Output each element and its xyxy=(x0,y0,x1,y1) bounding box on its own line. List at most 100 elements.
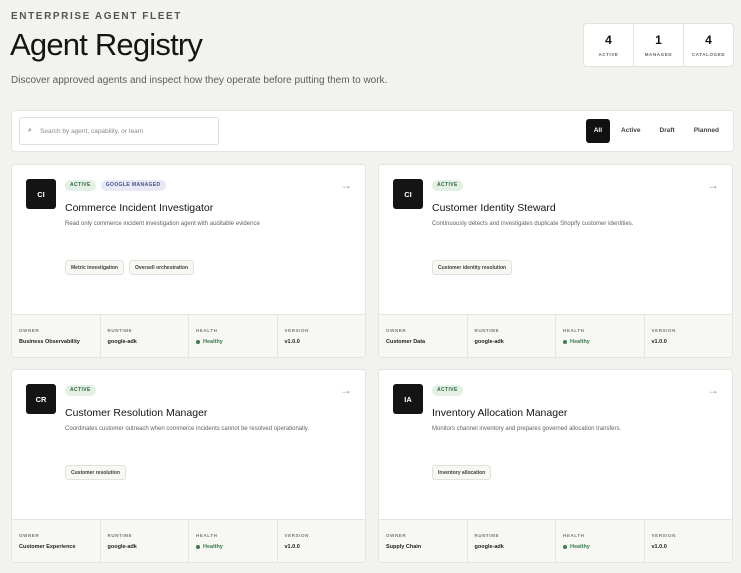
health-value: Healthy xyxy=(196,544,270,550)
health-dot-icon xyxy=(563,340,567,344)
filter-active[interactable]: Active xyxy=(613,119,649,143)
meta-label: VERSION xyxy=(284,328,309,333)
status-badge: ACTIVE xyxy=(432,180,463,191)
meta-health: HEALTH Healthy xyxy=(556,315,645,357)
health-value: Healthy xyxy=(563,339,637,345)
runtime-value: google-adk xyxy=(474,339,504,345)
meta-owner: OWNER Business Observability xyxy=(12,315,101,357)
status-badge: ACTIVE xyxy=(65,180,96,191)
runtime-value: google-adk xyxy=(107,339,137,345)
agent-card[interactable]: IA ACTIVE → Inventory Allocation Manager… xyxy=(378,369,733,563)
managed-badge: GOOGLE MANAGED xyxy=(100,180,166,191)
meta-label: VERSION xyxy=(284,533,309,538)
version-value: v1.0.0 xyxy=(284,339,300,345)
health-dot-icon xyxy=(196,340,200,344)
meta-version: VERSION v1.0.0 xyxy=(645,520,733,562)
owner-value: Customer Experience xyxy=(19,544,76,550)
owner-value: Business Observability xyxy=(19,339,80,345)
arrow-right-icon[interactable]: → xyxy=(340,383,352,397)
stat-value: 1 xyxy=(655,33,662,47)
agent-description: Read only commerce incident investigatio… xyxy=(65,221,260,227)
meta-label: HEALTH xyxy=(196,328,218,333)
stat-value: 4 xyxy=(705,33,712,47)
meta-label: OWNER xyxy=(19,533,40,538)
search-icon: ⌕ xyxy=(28,127,32,134)
agent-avatar: IA xyxy=(393,384,423,414)
arrow-right-icon[interactable]: → xyxy=(707,178,719,192)
agent-card[interactable]: CI ACTIVE GOOGLE MANAGED → Commerce Inci… xyxy=(11,164,366,358)
page-subtitle: Discover approved agents and inspect how… xyxy=(11,75,388,86)
meta-runtime: RUNTIME google-adk xyxy=(101,315,189,357)
agent-name: Customer Identity Steward xyxy=(432,202,556,214)
meta-label: RUNTIME xyxy=(474,533,500,538)
agent-meta: OWNER Customer Experience RUNTIME google… xyxy=(12,519,365,562)
filter-all[interactable]: All xyxy=(585,119,611,143)
owner-value: Customer Data xyxy=(386,339,426,345)
health-text: Healthy xyxy=(570,339,590,345)
meta-version: VERSION v1.0.0 xyxy=(278,520,366,562)
meta-health: HEALTH Healthy xyxy=(189,520,278,562)
stat-active: 4 ACTIVE xyxy=(584,24,634,66)
agent-description: Coordinates customer outreach when comme… xyxy=(65,426,310,432)
agent-meta: OWNER Customer Data RUNTIME google-adk H… xyxy=(379,314,732,357)
meta-owner: OWNER Customer Experience xyxy=(12,520,101,562)
stat-label: MANAGED xyxy=(644,52,673,57)
stat-label: CATALOGED xyxy=(691,52,726,57)
agent-card[interactable]: CR ACTIVE → Customer Resolution Manager … xyxy=(11,369,366,563)
meta-runtime: RUNTIME google-adk xyxy=(468,520,556,562)
health-text: Healthy xyxy=(203,544,223,550)
stat-value: 4 xyxy=(605,33,612,47)
filter-draft[interactable]: Draft xyxy=(652,119,683,143)
meta-label: VERSION xyxy=(651,328,676,333)
capability-tags: Customer resolution xyxy=(65,465,126,480)
agent-description: Continuously detects and investigates du… xyxy=(432,221,634,227)
agent-card[interactable]: CI ACTIVE → Customer Identity Steward Co… xyxy=(378,164,733,358)
version-value: v1.0.0 xyxy=(284,544,300,550)
status-badge: ACTIVE xyxy=(432,385,463,396)
meta-version: VERSION v1.0.0 xyxy=(278,315,366,357)
meta-label: OWNER xyxy=(19,328,40,333)
meta-label: HEALTH xyxy=(563,328,585,333)
meta-owner: OWNER Customer Data xyxy=(379,315,468,357)
search-box[interactable]: ⌕ xyxy=(19,117,219,145)
badge-group: ACTIVE xyxy=(432,180,463,191)
health-text: Healthy xyxy=(570,544,590,550)
agent-avatar: CI xyxy=(393,179,423,209)
capability-tags: Inventory allocation xyxy=(432,465,492,480)
meta-version: VERSION v1.0.0 xyxy=(645,315,733,357)
meta-runtime: RUNTIME google-adk xyxy=(101,520,189,562)
capability-tag: Inventory allocation xyxy=(432,465,492,480)
agent-meta: OWNER Business Observability RUNTIME goo… xyxy=(12,314,365,357)
stat-cataloged: 4 CATALOGED xyxy=(684,24,733,66)
agent-meta: OWNER Supply Chain RUNTIME google-adk HE… xyxy=(379,519,732,562)
meta-label: RUNTIME xyxy=(107,533,133,538)
stat-label: ACTIVE xyxy=(598,52,619,57)
runtime-value: google-adk xyxy=(107,544,137,550)
filter-planned[interactable]: Planned xyxy=(686,119,727,143)
meta-label: OWNER xyxy=(386,533,407,538)
agent-avatar: CI xyxy=(26,179,56,209)
agent-avatar: CR xyxy=(26,384,56,414)
owner-value: Supply Chain xyxy=(386,544,422,550)
filter-toolbar: ⌕ All Active Draft Planned xyxy=(11,110,734,152)
health-dot-icon xyxy=(563,545,567,549)
meta-label: VERSION xyxy=(651,533,676,538)
capability-tag: Metric investigation xyxy=(65,260,124,275)
capability-tag: Customer resolution xyxy=(65,465,126,480)
badge-group: ACTIVE xyxy=(65,385,96,396)
meta-health: HEALTH Healthy xyxy=(189,315,278,357)
meta-label: RUNTIME xyxy=(107,328,133,333)
page-title: Agent Registry xyxy=(10,27,203,62)
search-input[interactable] xyxy=(40,127,210,135)
agent-description: Monitors channel inventory and prepares … xyxy=(432,426,622,432)
meta-health: HEALTH Healthy xyxy=(556,520,645,562)
health-value: Healthy xyxy=(196,339,270,345)
version-value: v1.0.0 xyxy=(651,339,667,345)
arrow-right-icon[interactable]: → xyxy=(707,383,719,397)
capability-tags: Customer identity resolution xyxy=(432,260,513,275)
meta-label: HEALTH xyxy=(563,533,585,538)
stat-managed: 1 MANAGED xyxy=(634,24,684,66)
meta-runtime: RUNTIME google-adk xyxy=(468,315,556,357)
stats-panel: 4 ACTIVE 1 MANAGED 4 CATALOGED xyxy=(583,23,734,67)
arrow-right-icon[interactable]: → xyxy=(340,178,352,192)
